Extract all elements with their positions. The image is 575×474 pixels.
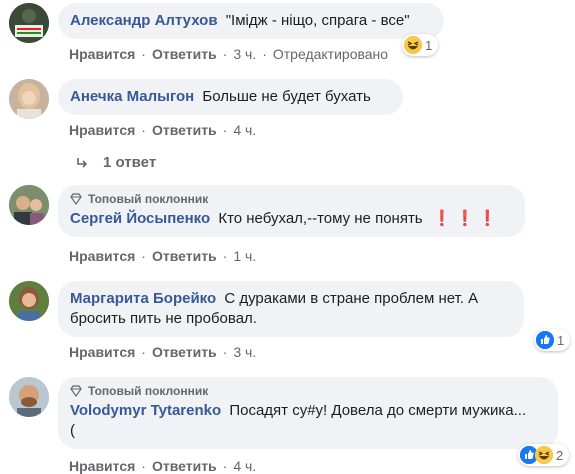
view-replies-link[interactable]: 1 ответ (75, 154, 156, 171)
edited-label[interactable]: Отредактировано (273, 46, 388, 62)
comment-author[interactable]: Александр Алтухов (70, 12, 218, 29)
diamond-icon (70, 385, 82, 397)
reaction-count[interactable]: 1 (402, 34, 439, 56)
comment-bubble: Анечка Малыгон Больше не будет бухать (58, 79, 403, 115)
timestamp[interactable]: 4 ч. (233, 122, 256, 138)
comment-text: Больше не будет бухать (202, 88, 371, 105)
avatar[interactable] (9, 281, 49, 321)
comment-author[interactable]: Сергей Йосыпенко (70, 210, 210, 227)
reply-button[interactable]: Ответить (152, 458, 217, 474)
separator: · (222, 344, 228, 360)
reaction-number: 1 (557, 332, 565, 348)
separator: · (141, 458, 146, 474)
avatar[interactable] (9, 377, 49, 417)
top-fan-badge[interactable]: Топовый поклонник (70, 191, 513, 207)
avatar[interactable] (9, 3, 49, 43)
comment-actions: Нравится · Ответить · 3 ч. · Отредактиро… (69, 46, 388, 62)
reply-button[interactable]: Ответить (152, 122, 217, 138)
reply-arrow-icon (77, 157, 88, 168)
comment-bubble: Александр Алтухов "Імідж - ніщо, спрага … (58, 3, 444, 39)
reaction-number: 2 (556, 447, 564, 463)
avatar[interactable] (9, 185, 49, 225)
like-button[interactable]: Нравится (69, 458, 135, 474)
comment-text-line2: ( (70, 422, 75, 439)
separator: · (141, 344, 146, 360)
comment-text: С дураками в стране проблем нет. А (224, 290, 479, 307)
timestamp[interactable]: 3 ч. (233, 344, 256, 360)
comment-text: "Імідж - ніщо, спрага - все" (225, 12, 410, 29)
separator: · (222, 46, 228, 62)
comment-text: Кто небухал,--тому не понять (218, 210, 423, 227)
separator: · (141, 122, 146, 138)
badge-label: Топовый поклонник (88, 384, 209, 398)
comment-bubble: Топовый поклонник Volodymyr Tytarenko По… (58, 377, 558, 449)
comment-author[interactable]: Анечка Малыгон (70, 88, 194, 105)
comment-author[interactable]: Маргарита Борейко (70, 290, 216, 307)
comment-text-line2: бросить пить не пробовал. (70, 310, 257, 327)
timestamp[interactable]: 1 ч. (233, 248, 256, 264)
timestamp[interactable]: 3 ч. (233, 46, 256, 62)
reply-button[interactable]: Ответить (152, 46, 217, 62)
comment-actions: Нравится · Ответить · 1 ч. (69, 248, 256, 264)
diamond-icon (70, 193, 82, 205)
separator: · (262, 46, 267, 62)
exclamation-icon: ❗❗❗ (432, 210, 501, 227)
top-fan-badge[interactable]: Топовый поклонник (70, 383, 546, 399)
comment-author[interactable]: Volodymyr Tytarenko (70, 402, 221, 419)
reply-button[interactable]: Ответить (152, 344, 217, 360)
comment-bubble: Топовый поклонник Сергей Йосыпенко Кто н… (58, 185, 525, 237)
like-icon (536, 331, 554, 349)
separator: · (222, 248, 228, 264)
haha-icon (404, 36, 422, 54)
comment-actions: Нравится · Ответить · 3 ч. (69, 344, 256, 360)
like-button[interactable]: Нравится (69, 46, 135, 62)
avatar[interactable] (9, 79, 49, 119)
replies-count[interactable]: 1 ответ (103, 154, 156, 171)
separator: · (141, 46, 146, 62)
separator: · (141, 248, 146, 264)
separator: · (222, 458, 228, 474)
reaction-count[interactable]: 1 (534, 329, 571, 351)
reaction-number: 1 (425, 37, 433, 53)
timestamp[interactable]: 4 ч. (233, 458, 256, 474)
like-button[interactable]: Нравится (69, 122, 135, 138)
comment-bubble: Маргарита Борейко С дураками в стране пр… (58, 281, 524, 337)
reaction-count[interactable]: 2 (518, 444, 570, 466)
badge-label: Топовый поклонник (88, 192, 209, 206)
comment-actions: Нравится · Ответить · 4 ч. (69, 122, 256, 138)
like-button[interactable]: Нравится (69, 248, 135, 264)
reply-button[interactable]: Ответить (152, 248, 217, 264)
haha-icon (535, 446, 553, 464)
comment-text: Посадят су#у! Довела до смерти мужика... (229, 402, 527, 419)
separator: · (222, 122, 228, 138)
like-button[interactable]: Нравится (69, 344, 135, 360)
comment-actions: Нравится · Ответить · 4 ч. (69, 458, 256, 474)
